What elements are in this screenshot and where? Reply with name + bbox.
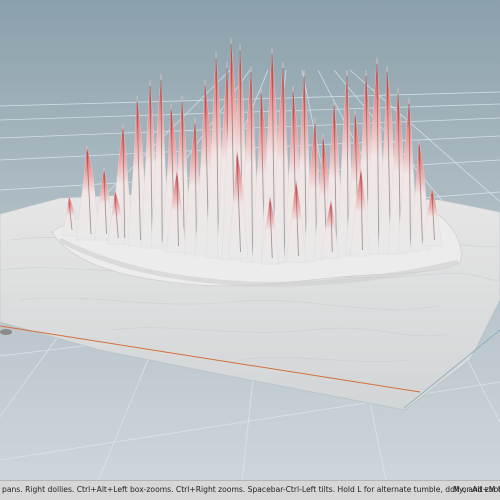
- viewport-canvas[interactable]: [0, 0, 500, 500]
- status-bar: dle pans. Right dollies. Ctrl+Alt+Left b…: [0, 480, 500, 500]
- status-hint-text: dle pans. Right dollies. Ctrl+Alt+Left b…: [0, 485, 500, 494]
- origin-marker: [0, 329, 12, 335]
- scene-viewport[interactable]: dle pans. Right dollies. Ctrl+Alt+Left b…: [0, 0, 500, 500]
- status-hint-text-right: M or Alt+M for: [453, 485, 500, 494]
